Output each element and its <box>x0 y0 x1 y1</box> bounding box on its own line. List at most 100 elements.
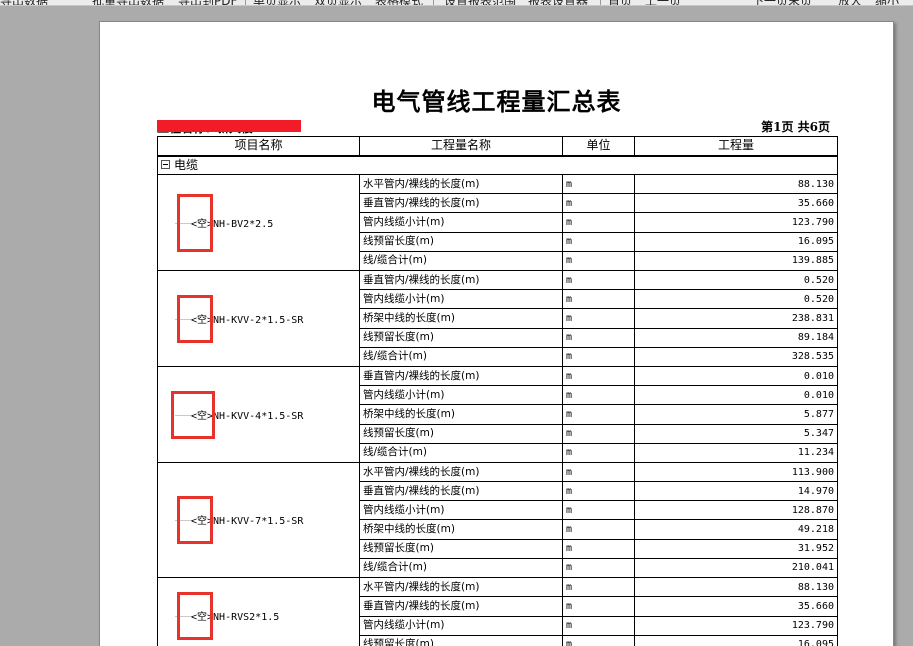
quantity-value-cell: 11.234 <box>634 442 838 464</box>
unit-cell: m <box>562 481 635 502</box>
toolbar-item[interactable]: 缩小 <box>875 0 899 5</box>
quantity-value-cell: 16.095 <box>634 231 838 252</box>
unit-cell: m <box>562 385 635 406</box>
unit-cell: m <box>562 461 635 483</box>
redaction-mark <box>157 120 301 132</box>
unit-cell: m <box>562 538 635 559</box>
quantity-value-cell: 5.347 <box>634 423 838 444</box>
collapse-toggle-icon[interactable] <box>161 159 170 169</box>
project-cell[interactable]: <空>NH-KVV-4*1.5-SR <box>157 366 360 463</box>
unit-cell: m <box>562 634 635 646</box>
project-cell[interactable]: <空>NH-KVV-7*1.5-SR <box>157 462 360 578</box>
toolbar-item[interactable]: 单页显示 <box>253 0 301 5</box>
table-row[interactable]: <空>NH-BV2*2.5 水平管内/裸线的长度(m) m 88.130 <box>157 173 838 271</box>
toolbar-item[interactable]: 报表设置器 <box>528 0 588 5</box>
toolbar-item[interactable]: 上一页 <box>645 0 681 5</box>
quantity-name-cell: 线预留长度(m) <box>359 538 563 559</box>
quantity-name-cell: 线/缆合计(m) <box>359 250 563 272</box>
highlight-box <box>177 592 213 640</box>
toolbar-item[interactable]: 设置报表范围 <box>444 0 516 5</box>
header-quantity: 工程量 <box>634 136 838 156</box>
toolbar-separator <box>245 0 246 5</box>
highlight-box <box>177 496 213 544</box>
table-row[interactable]: <空>NH-KVV-7*1.5-SR 水平管内/裸线的长度(m) m 113.900 <box>157 461 838 578</box>
highlight-box <box>171 391 215 439</box>
quantity-value-cell: 88.130 <box>634 173 838 195</box>
quantity-name-cell: 线/缆合计(m) <box>359 346 563 368</box>
quantity-value-cell: 0.520 <box>634 269 838 291</box>
quantity-value-cell: 328.535 <box>634 346 838 368</box>
category-label: 电缆 <box>174 157 199 172</box>
unit-cell: m <box>562 596 635 617</box>
quantity-name-cell: 垂直管内/裸线的长度(m) <box>359 269 563 291</box>
quantity-name-cell: 垂直管内/裸线的长度(m) <box>359 481 563 502</box>
category-row[interactable]: 电缆 <box>157 155 838 175</box>
unit-cell: m <box>562 557 635 579</box>
quantity-name-cell: 水平管内/裸线的长度(m) <box>359 461 563 483</box>
quantity-name-cell: 管内线缆小计(m) <box>359 615 563 636</box>
toolbar-item[interactable]: 导出到PDF <box>178 0 237 5</box>
quantity-value-cell: 139.885 <box>634 250 838 272</box>
table-row[interactable]: <空>NH-RVS2*1.5 水平管内/裸线的长度(m) m 88.130 <box>157 576 838 646</box>
quantity-value-cell: 5.877 <box>634 404 838 425</box>
table-row[interactable]: <空>NH-KVV-4*1.5-SR 垂直管内/裸线的长度(m) m 0.010 <box>157 365 838 463</box>
project-cell-content: <空>NH-KVV-7*1.5-SR <box>161 464 356 577</box>
project-cell[interactable]: <空>NH-RVS2*1.5 <box>157 577 360 646</box>
project-cell[interactable]: <空>NH-BV2*2.5 <box>157 174 360 271</box>
page-info: 第1页 共6页 <box>761 120 830 134</box>
header-quantity-name: 工程量名称 <box>359 136 563 156</box>
project-cell-content: <空>NH-BV2*2.5 <box>161 176 356 270</box>
quantity-name-cell: 线预留长度(m) <box>359 423 563 444</box>
toolbar-item[interactable]: 放大 <box>838 0 862 5</box>
quantity-name-cell: 管内线缆小计(m) <box>359 289 563 310</box>
unit-cell: m <box>562 346 635 368</box>
quantity-name-cell: 桥架中线的长度(m) <box>359 519 563 540</box>
quantity-name-cell: 管内线缆小计(m) <box>359 385 563 406</box>
toolbar-item[interactable]: 批量导出数据 <box>92 0 164 5</box>
quantity-name-cell: 管内线缆小计(m) <box>359 212 563 233</box>
toolbar: 导出数据 批量导出数据 导出到PDF 单页显示 双页显示 表格模式 设置报表范围 报表设置器 首… <box>0 0 913 6</box>
project-cell[interactable]: <空>NH-KVV-2*1.5-SR <box>157 270 360 367</box>
quantity-value-cell: 123.790 <box>634 212 838 233</box>
unit-cell: m <box>562 365 635 387</box>
toolbar-item[interactable]: 导出数据 <box>0 0 48 5</box>
unit-cell: m <box>562 173 635 195</box>
toolbar-item[interactable]: 首页 <box>608 0 632 5</box>
quantity-name-cell: 管内线缆小计(m) <box>359 500 563 521</box>
quantity-name-cell: 线预留长度(m) <box>359 231 563 252</box>
table-row[interactable]: <空>NH-KVV-2*1.5-SR 垂直管内/裸线的长度(m) m 0.520 <box>157 269 838 367</box>
quantity-value-cell: 0.520 <box>634 289 838 310</box>
project-cell-content: <空>NH-KVV-4*1.5-SR <box>161 368 356 462</box>
report-title: 电气管线工程量汇总表 <box>371 87 622 116</box>
highlight-box <box>177 295 213 343</box>
unit-cell: m <box>562 327 635 348</box>
toolbar-item[interactable]: 下一页 <box>752 0 788 5</box>
unit-cell: m <box>562 423 635 444</box>
quantity-value-cell: 0.010 <box>634 385 838 406</box>
quantity-value-cell: 89.184 <box>634 327 838 348</box>
toolbar-item[interactable]: 表格模式 <box>375 0 423 5</box>
header-unit: 单位 <box>562 136 635 156</box>
quantity-name-cell: 线/缆合计(m) <box>359 442 563 464</box>
quantity-table: 项目名称 工程量名称 单位 工程量 电缆 <空>NH-BV2*2.5 水平管内/裸… <box>157 136 838 646</box>
toolbar-item[interactable]: 末页 <box>788 0 812 5</box>
quantity-value-cell: 49.218 <box>634 519 838 540</box>
unit-cell: m <box>562 500 635 521</box>
toolbar-separator <box>433 0 434 5</box>
quantity-name-cell: 桥架中线的长度(m) <box>359 404 563 425</box>
unit-cell: m <box>562 289 635 310</box>
quantity-value-cell: 16.095 <box>634 634 838 646</box>
unit-cell: m <box>562 212 635 233</box>
quantity-value-cell: 113.900 <box>634 461 838 483</box>
quantity-value-cell: 238.831 <box>634 308 838 329</box>
report-page: 电气管线工程量汇总表 工程名称：新大楼 第1页 共6页 项目名称 工程量名称 单… <box>99 21 894 646</box>
unit-cell: m <box>562 269 635 291</box>
category-cell[interactable]: 电缆 <box>157 155 838 175</box>
quantity-name-cell: 垂直管内/裸线的长度(m) <box>359 193 563 214</box>
unit-cell: m <box>562 193 635 214</box>
header-project-name: 项目名称 <box>157 136 360 156</box>
unit-cell: m <box>562 308 635 329</box>
quantity-value-cell: 35.660 <box>634 596 838 617</box>
toolbar-item[interactable]: 双页显示 <box>314 0 362 5</box>
quantity-value-cell: 128.870 <box>634 500 838 521</box>
